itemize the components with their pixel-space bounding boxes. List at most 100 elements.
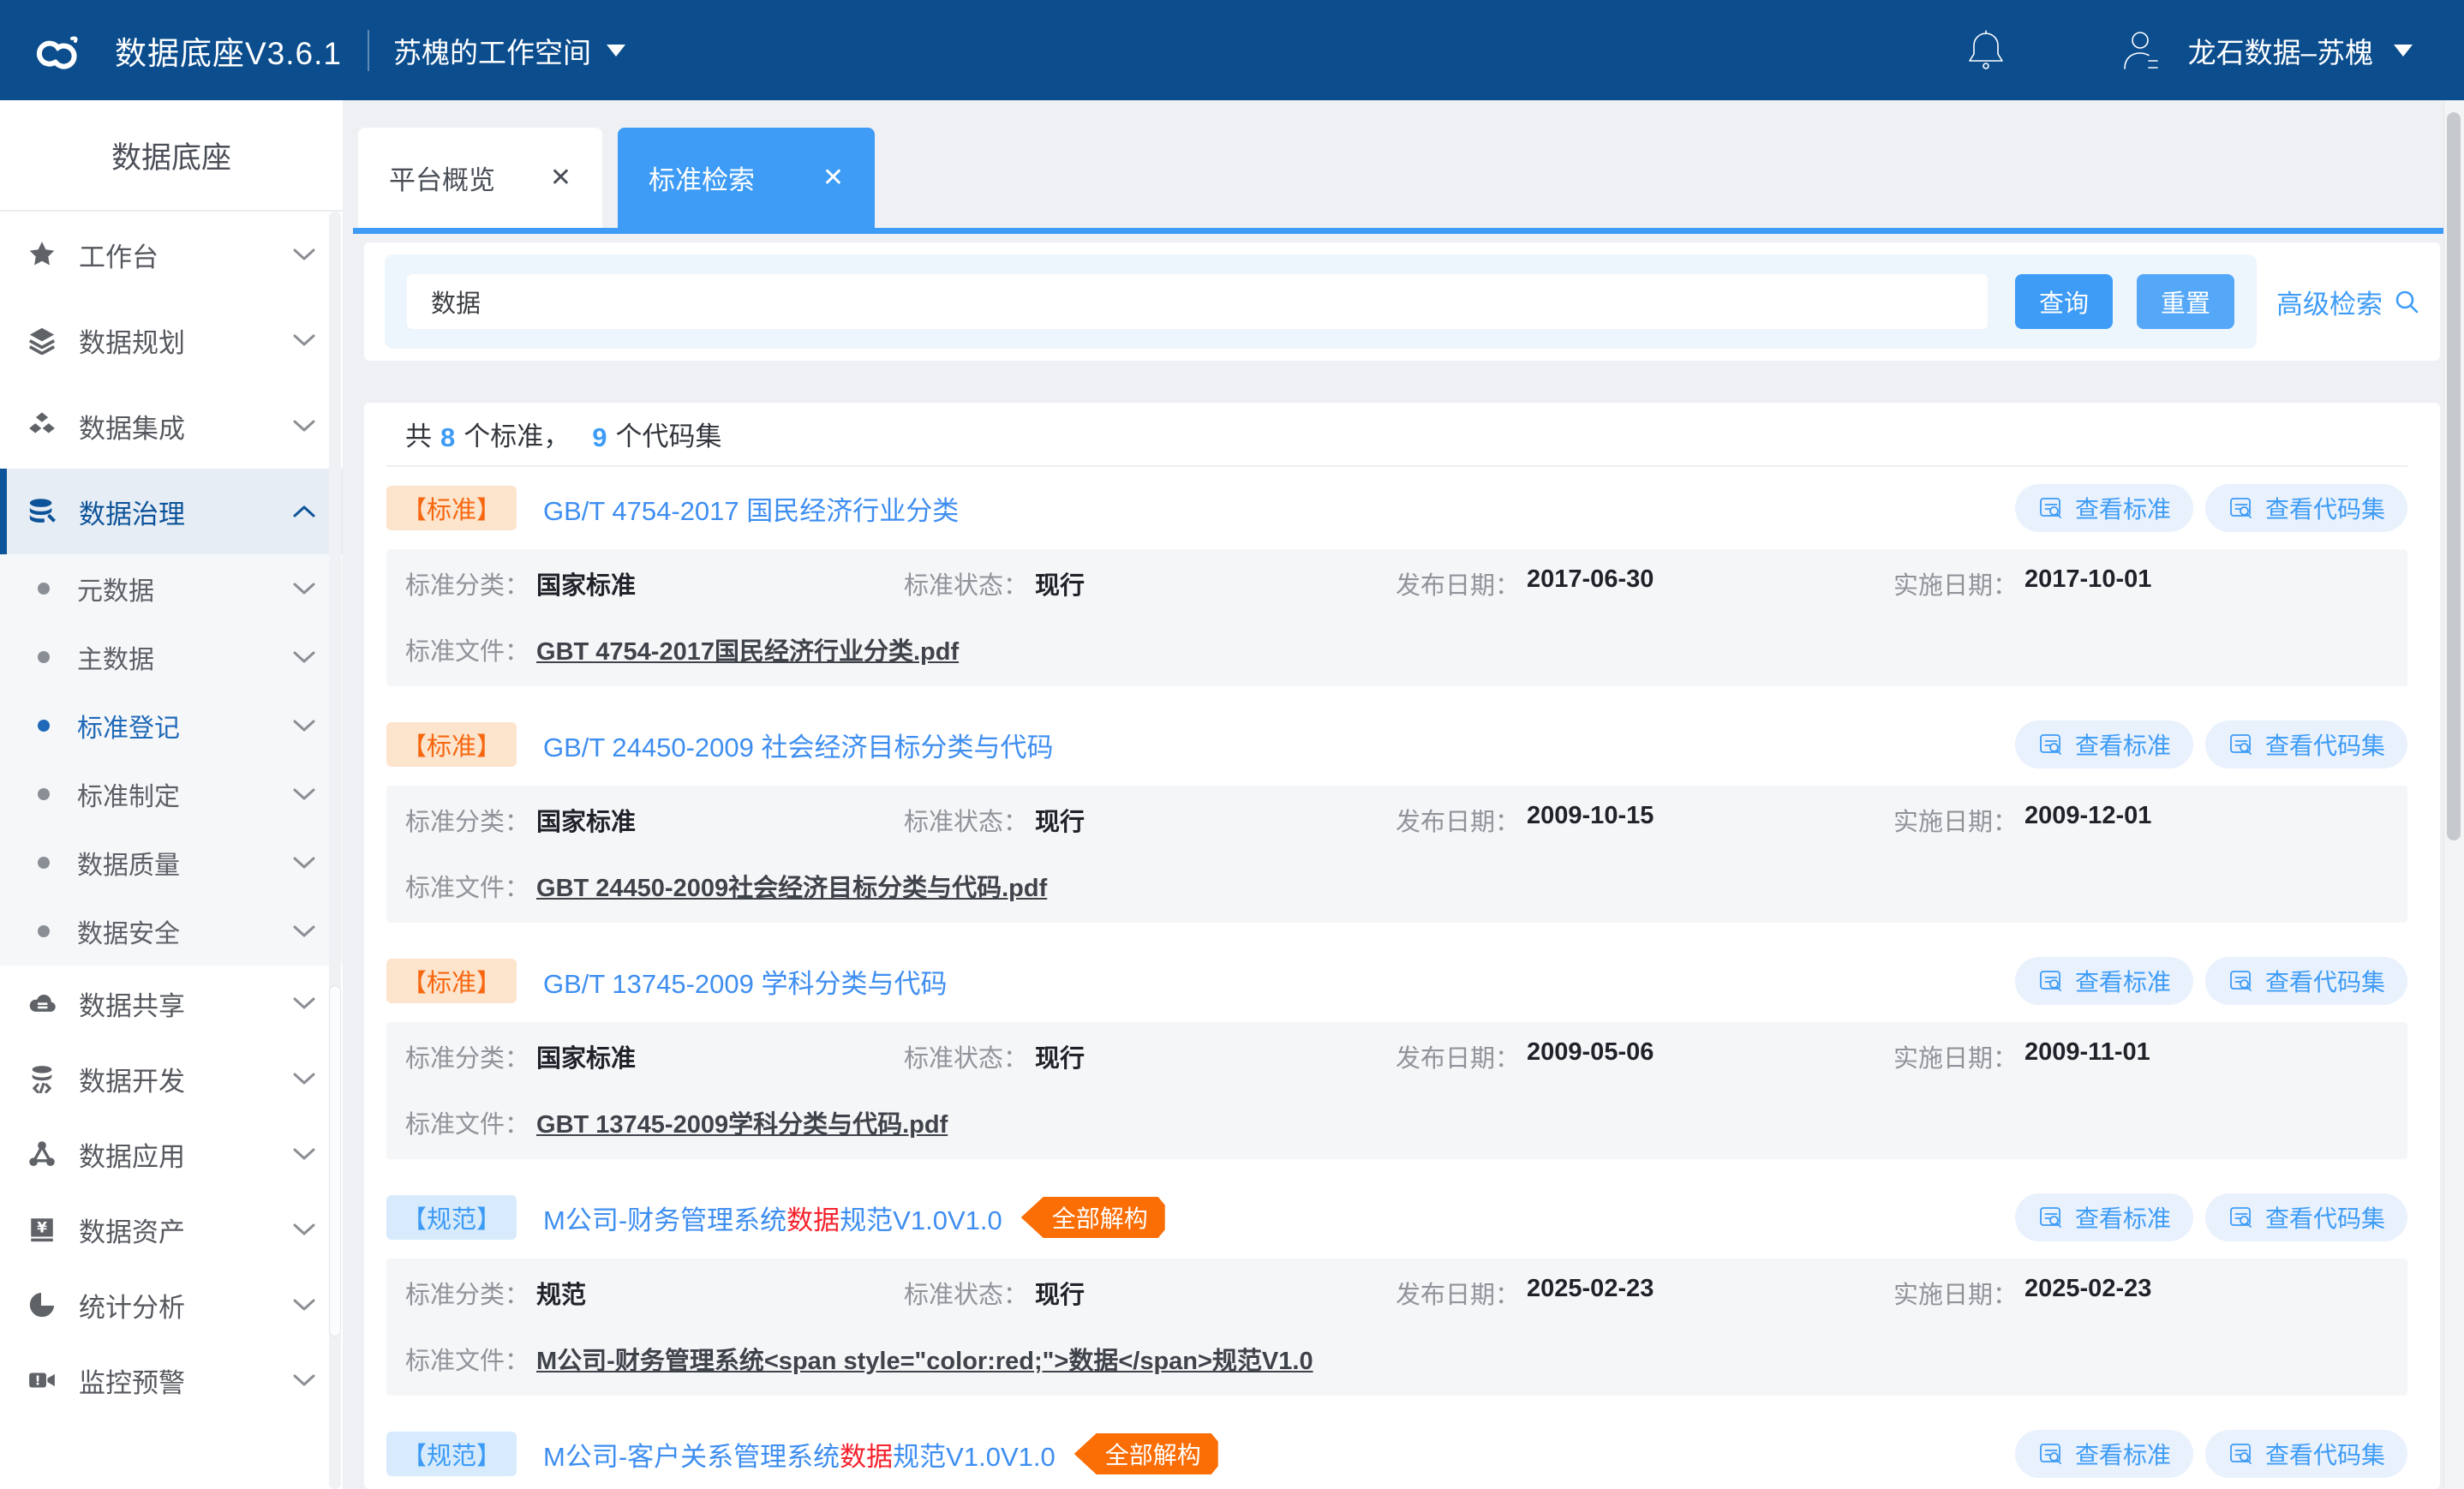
file-label: 标准文件： — [405, 631, 529, 667]
view-standard-button[interactable]: 查看标准 — [2015, 1193, 2193, 1241]
sidebar-item-label: 数据集成 — [79, 407, 293, 446]
publish-date-value: 2025-02-23 — [1527, 1275, 1654, 1311]
sidebar-subitem-standard-registry[interactable]: 标准登记 — [0, 691, 343, 760]
title-text: M公司-财务管理系统 — [543, 1205, 786, 1235]
active-tab-underline — [353, 228, 2464, 234]
sidebar-item-data-integration[interactable]: 数据集成 — [0, 383, 343, 469]
chevron-down-icon — [293, 996, 315, 1010]
view-codeset-button[interactable]: 查看代码集 — [2205, 484, 2407, 532]
file-label: 标准文件： — [405, 868, 529, 904]
sidebar-item-data-application[interactable]: 数据应用 — [0, 1116, 343, 1192]
publish-date-label: 发布日期： — [1396, 802, 1520, 838]
close-icon[interactable]: ✕ — [550, 165, 571, 191]
sidebar-subitem-data-security[interactable]: 数据安全 — [0, 897, 343, 966]
database-wrench-icon — [27, 497, 57, 526]
sidebar-subitem-label: 元数据 — [77, 570, 293, 607]
tab-platform-overview[interactable]: 平台概览 ✕ — [358, 128, 602, 228]
standard-title-link[interactable]: GB/T 4754-2017 国民经济行业分类 — [543, 489, 959, 528]
sidebar-subitem-standard-drafting[interactable]: 标准制定 — [0, 760, 343, 828]
sidebar: 数据底座 工作台 数据规划 数据集成 — [0, 100, 343, 1489]
publish-date-label: 发布日期： — [1396, 1038, 1520, 1074]
bullet-dot-icon — [38, 925, 50, 937]
document-search-icon — [2228, 967, 2255, 995]
standard-file-link[interactable]: GBT 24450-2009社会经济目标分类与代码.pdf — [536, 868, 1047, 904]
tab-standard-search[interactable]: 标准检索 ✕ — [618, 128, 875, 228]
implement-date-label: 实施日期： — [1893, 565, 2018, 601]
view-standard-button[interactable]: 查看标准 — [2015, 721, 2193, 768]
view-codeset-label: 查看代码集 — [2265, 964, 2385, 998]
sidebar-item-data-governance[interactable]: 数据治理 — [0, 469, 343, 554]
advanced-search-link[interactable]: 高级检索 — [2257, 283, 2440, 321]
sidebar-item-data-planning[interactable]: 数据规划 — [0, 297, 343, 383]
user-avatar-icon[interactable] — [2118, 27, 2164, 74]
view-codeset-button[interactable]: 查看代码集 — [2205, 1193, 2407, 1241]
chevron-down-icon — [293, 1373, 315, 1387]
chevron-down-icon — [293, 1147, 315, 1161]
category-label: 标准分类： — [405, 802, 529, 838]
standard-detail: 标准分类： 国家标准 标准状态： 现行 发布日期： 2009-05-06 实施日… — [386, 1022, 2407, 1159]
sidebar-subitem-metadata[interactable]: 元数据 — [0, 554, 343, 623]
chevron-down-icon — [293, 582, 315, 595]
view-standard-label: 查看标准 — [2075, 1200, 2171, 1235]
standard-file-link[interactable]: M公司-财务管理系统<span style="color:red;">数据</s… — [536, 1341, 1313, 1377]
sidebar-item-data-assets[interactable]: ¥ 数据资产 — [0, 1192, 343, 1267]
spec-tag: 【规范】 — [386, 1195, 517, 1240]
view-standard-label: 查看标准 — [2075, 964, 2171, 998]
standard-detail: 标准分类： 国家标准 标准状态： 现行 发布日期： 2009-10-15 实施日… — [386, 786, 2407, 923]
query-button[interactable]: 查询 — [2015, 274, 2113, 329]
standard-file-link[interactable]: GBT 13745-2009学科分类与代码.pdf — [536, 1104, 948, 1140]
close-icon[interactable]: ✕ — [822, 165, 844, 191]
standard-card: 【标准】 GB/T 4754-2017 国民经济行业分类 查看标准 — [386, 467, 2407, 686]
standard-card: 【标准】 GB/T 24450-2009 社会经济目标分类与代码 查看标准 — [386, 703, 2407, 923]
view-codeset-button[interactable]: 查看代码集 — [2205, 721, 2407, 768]
sidebar-item-data-sharing[interactable]: 数据共享 — [0, 966, 343, 1041]
search-input[interactable] — [407, 274, 1988, 329]
user-name: 龙石数据–苏槐 — [2188, 37, 2373, 69]
standard-card: 【标准】 GB/T 13745-2009 学科分类与代码 查看标准 — [386, 940, 2407, 1159]
sidebar-item-workbench[interactable]: 工作台 — [0, 212, 343, 297]
standard-title-link[interactable]: GB/T 24450-2009 社会经济目标分类与代码 — [543, 726, 1054, 764]
sidebar-scrollbar-thumb[interactable] — [329, 985, 341, 1337]
sidebar-item-monitoring[interactable]: ! 监控预警 — [0, 1342, 343, 1418]
standard-title-link[interactable]: M公司-客户关系管理系统数据规范V1.0V1.0 — [543, 1435, 1056, 1474]
sidebar-subitem-label: 主数据 — [77, 638, 293, 676]
standard-detail: 标准分类： 规范 标准状态： 现行 发布日期： 2025-02-23 实施日期：… — [386, 1259, 2407, 1396]
implement-date-label: 实施日期： — [1893, 1275, 2018, 1311]
sidebar-subitem-label: 数据安全 — [77, 912, 293, 950]
view-standard-button[interactable]: 查看标准 — [2015, 1430, 2193, 1478]
view-standard-button[interactable]: 查看标准 — [2015, 957, 2193, 1005]
category-value: 国家标准 — [536, 565, 636, 601]
view-codeset-button[interactable]: 查看代码集 — [2205, 1430, 2407, 1478]
workspace-switcher[interactable]: 苏槐的工作空间 — [393, 30, 625, 71]
summary-suffix: 个代码集 — [616, 415, 722, 453]
reset-button[interactable]: 重置 — [2137, 274, 2234, 329]
page-scrollbar-thumb[interactable] — [2447, 112, 2461, 840]
sidebar-scrollbar[interactable] — [329, 212, 341, 1489]
sidebar-item-label: 数据规划 — [79, 321, 293, 360]
status-label: 标准状态： — [904, 1038, 1028, 1074]
standard-title-link[interactable]: M公司-财务管理系统数据规范V1.0V1.0 — [543, 1199, 1002, 1237]
status-label: 标准状态： — [904, 802, 1028, 838]
view-codeset-label: 查看代码集 — [2265, 491, 2385, 525]
user-menu[interactable]: 龙石数据–苏槐 — [2188, 30, 2373, 71]
standard-title-link[interactable]: GB/T 13745-2009 学科分类与代码 — [543, 962, 948, 1001]
search-panel: 查询 重置 — [385, 254, 2257, 349]
view-standard-button[interactable]: 查看标准 — [2015, 484, 2193, 532]
sidebar-item-statistics[interactable]: 统计分析 — [0, 1267, 343, 1342]
title-text: 规范V1.0V1.0 — [840, 1205, 1002, 1235]
sidebar-item-data-development[interactable]: 数据开发 — [0, 1041, 343, 1116]
sidebar-subitem-label: 数据质量 — [77, 844, 293, 882]
page-scrollbar[interactable] — [2443, 100, 2464, 1489]
view-codeset-button[interactable]: 查看代码集 — [2205, 957, 2407, 1005]
status-value: 现行 — [1035, 1275, 1085, 1311]
notification-bell-icon[interactable] — [1965, 28, 2006, 73]
sidebar-subitem-label: 标准登记 — [77, 707, 293, 744]
standard-card: 【规范】 M公司-客户关系管理系统数据规范V1.0V1.0 全部解构 查看标准 — [386, 1413, 2407, 1489]
standard-file-link[interactable]: GBT 4754-2017国民经济行业分类.pdf — [536, 631, 959, 667]
chevron-up-icon — [293, 505, 315, 518]
tab-label: 标准检索 — [649, 158, 755, 197]
sidebar-subitem-master-data[interactable]: 主数据 — [0, 623, 343, 691]
codeset-count: 9 — [592, 422, 607, 453]
implement-date-label: 实施日期： — [1893, 802, 2018, 838]
sidebar-subitem-data-quality[interactable]: 数据质量 — [0, 828, 343, 897]
